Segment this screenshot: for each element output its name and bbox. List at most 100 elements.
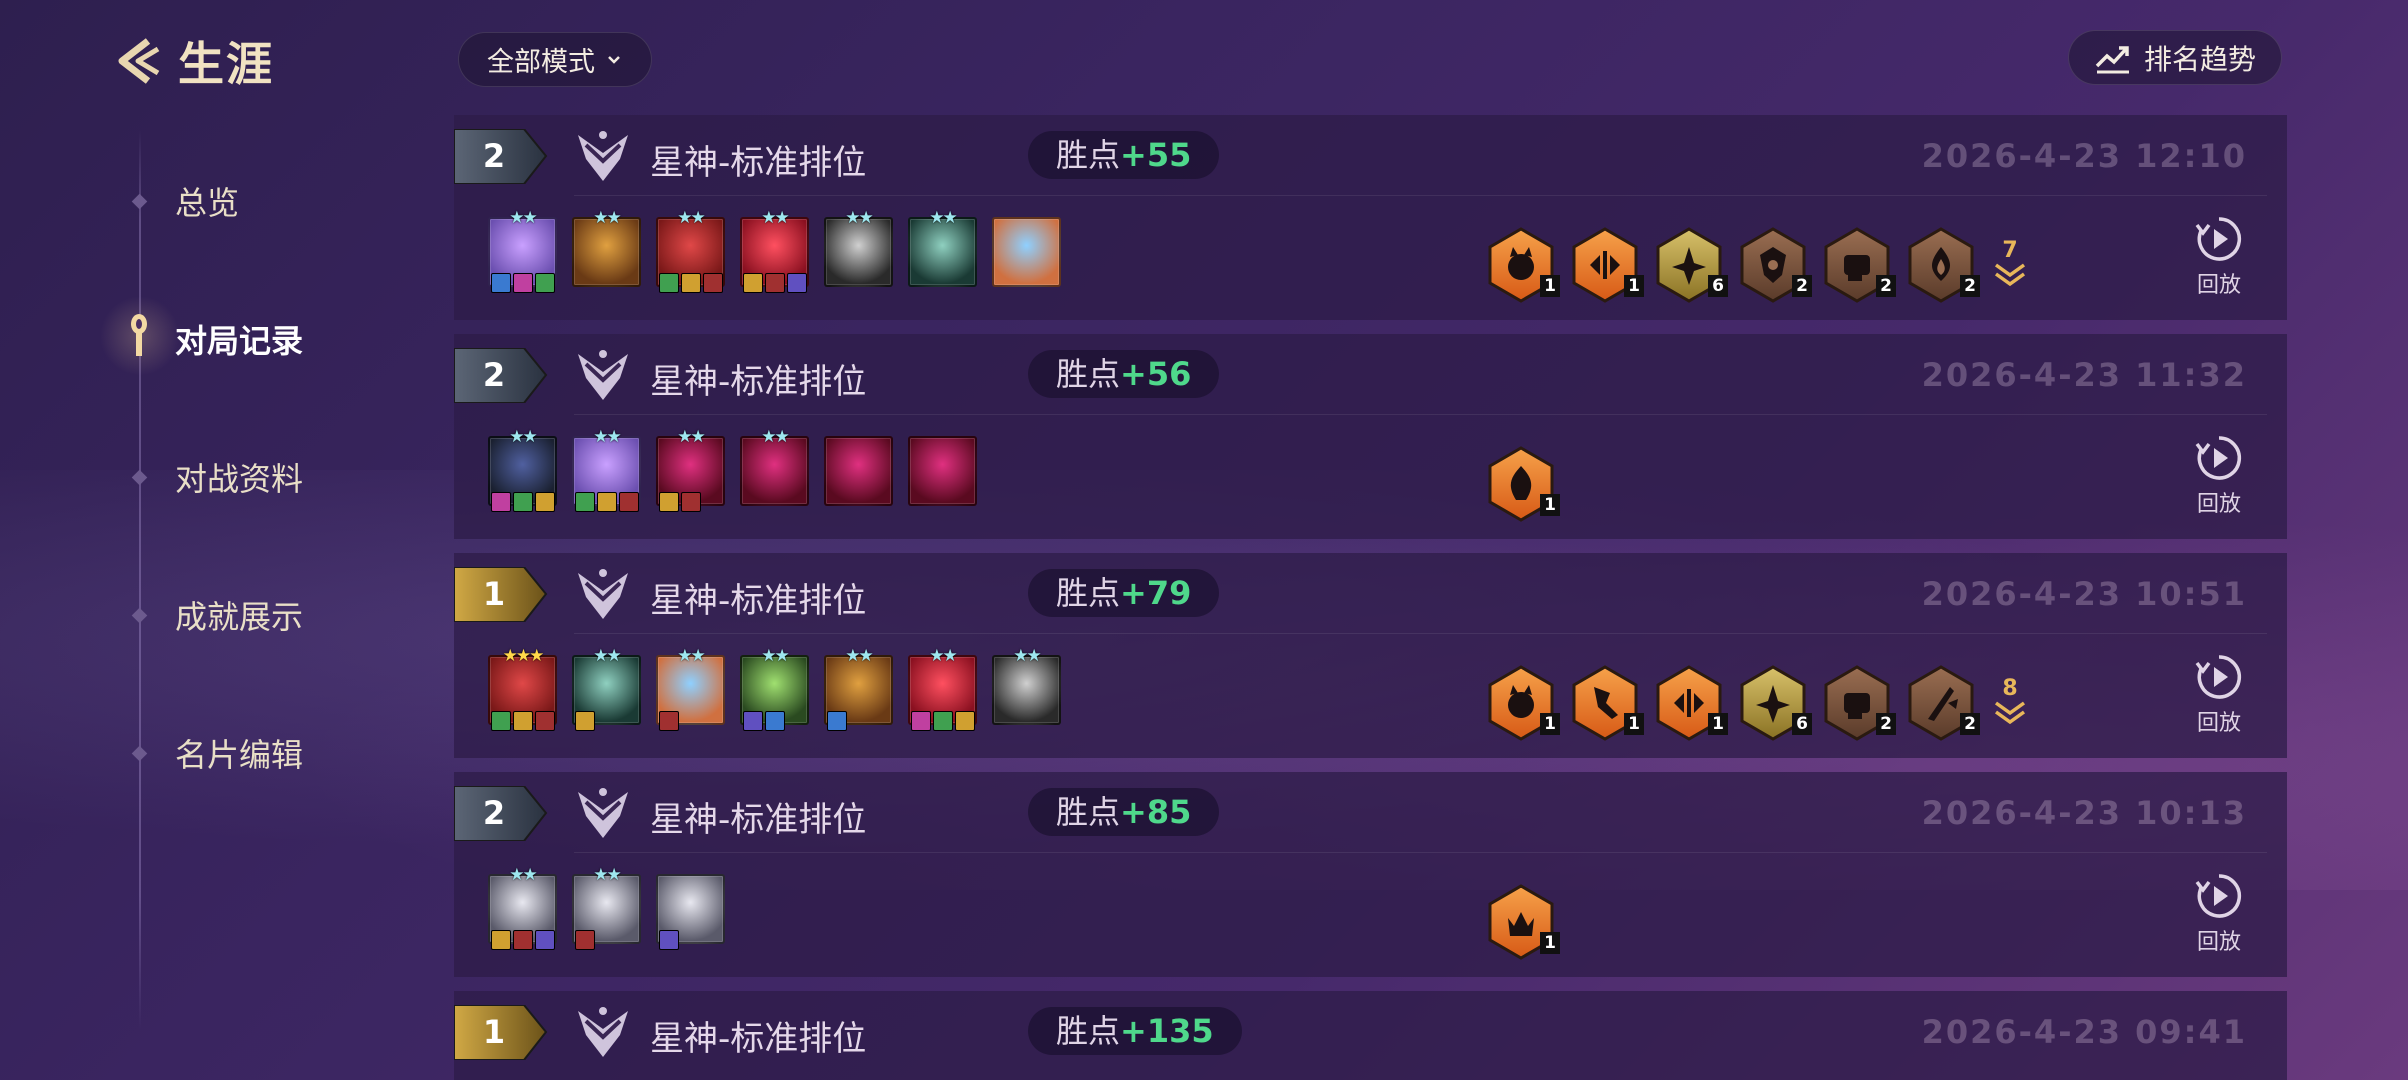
trait-badge[interactable]: 2	[1738, 225, 1812, 305]
points-pill: 胜点+135	[1028, 1007, 1242, 1055]
match-row[interactable]: 1 星神-标准排位 胜点+79 2026-4-23 10:51 ★★★ ★★ ★…	[454, 553, 2287, 758]
champion-slot[interactable]	[824, 436, 893, 506]
item-icon[interactable]	[535, 711, 555, 731]
item-icon[interactable]	[575, 711, 595, 731]
item-icon[interactable]	[911, 711, 931, 731]
item-icon[interactable]	[535, 930, 555, 950]
item-icon[interactable]	[535, 273, 555, 293]
item-icon[interactable]	[743, 273, 763, 293]
item-icon[interactable]	[787, 273, 807, 293]
rank-number: 1	[482, 1013, 506, 1051]
replay-button[interactable]: 回放	[2189, 434, 2249, 518]
champion-slot[interactable]: ★★	[572, 865, 641, 950]
trait-badge[interactable]: 2	[1822, 663, 1896, 743]
trait-badge[interactable]: 1	[1486, 882, 1560, 962]
champion-slot[interactable]	[992, 217, 1061, 287]
item-icon[interactable]	[597, 492, 617, 512]
item-icon[interactable]	[491, 930, 511, 950]
champion-slot[interactable]: ★★	[572, 208, 641, 287]
champion-slot[interactable]: ★★	[740, 427, 809, 506]
item-icon[interactable]	[659, 273, 679, 293]
item-icon[interactable]	[513, 711, 533, 731]
trait-badge[interactable]: 6	[1738, 663, 1812, 743]
replay-button[interactable]: 回放	[2189, 872, 2249, 956]
item-icon[interactable]	[955, 711, 975, 731]
trait-badge[interactable]: 1	[1486, 225, 1560, 305]
star-god-mode-icon	[578, 131, 628, 181]
champion-slot[interactable]: ★★	[488, 865, 557, 950]
trait-badge[interactable]: 2	[1906, 225, 1980, 305]
rank-number: 2	[482, 794, 506, 832]
item-icon[interactable]	[535, 492, 555, 512]
item-icon[interactable]	[827, 711, 847, 731]
item-icon[interactable]	[513, 273, 533, 293]
sidebar-item-overview[interactable]: 总览	[131, 178, 239, 224]
champion-slot[interactable]: ★★	[740, 646, 809, 731]
champion-slot[interactable]: ★★	[908, 646, 977, 731]
item-icon[interactable]	[575, 492, 595, 512]
item-icon[interactable]	[933, 711, 953, 731]
item-icon[interactable]	[513, 492, 533, 512]
item-icon[interactable]	[765, 273, 785, 293]
item-icon[interactable]	[619, 492, 639, 512]
mode-filter-dropdown[interactable]: 全部模式	[458, 32, 652, 87]
champion-slot[interactable]: ★★	[488, 427, 557, 512]
sidebar-item-card-edit[interactable]: 名片编辑	[131, 730, 303, 776]
champion-slot[interactable]: ★★	[740, 208, 809, 293]
trait-count: 2	[1876, 713, 1896, 735]
champion-slot[interactable]: ★★	[488, 208, 557, 293]
item-icon[interactable]	[575, 930, 595, 950]
trait-badge[interactable]: 1	[1570, 663, 1644, 743]
item-icon[interactable]	[681, 492, 701, 512]
champion-lineup: ★★ ★★ ★★ ★★ ★★ ★★	[488, 208, 1061, 293]
item-icon[interactable]	[681, 273, 701, 293]
trait-badge[interactable]: 1	[1486, 444, 1560, 524]
match-header: 2 星神-标准排位 胜点+56 2026-4-23 11:32	[454, 334, 2287, 414]
item-icon[interactable]	[659, 711, 679, 731]
item-icon[interactable]	[491, 273, 511, 293]
trait-badge[interactable]: 2	[1906, 663, 1980, 743]
trait-badge[interactable]: 6	[1654, 225, 1728, 305]
champion-slot[interactable]: ★★	[656, 646, 725, 731]
champion-slot[interactable]	[908, 436, 977, 506]
champion-slot[interactable]: ★★	[824, 208, 893, 287]
rank-badge: 2	[454, 348, 548, 403]
trait-badge[interactable]: 1	[1654, 663, 1728, 743]
champion-slot[interactable]: ★★	[656, 427, 725, 512]
expand-traits-button[interactable]: 8	[1990, 678, 2030, 728]
champion-slot[interactable]: ★★	[656, 208, 725, 293]
double-chevron-down-icon	[1994, 263, 2026, 287]
match-row[interactable]: 2 星神-标准排位 胜点+55 2026-4-23 12:10 ★★ ★★ ★★…	[454, 115, 2287, 320]
replay-button[interactable]: 回放	[2189, 215, 2249, 299]
item-icon[interactable]	[491, 711, 511, 731]
match-body: ★★ ★★ ★★ ★★ 1 回放	[454, 414, 2287, 539]
back-button[interactable]: 生涯	[108, 28, 274, 94]
champion-slot[interactable]: ★★	[572, 646, 641, 731]
item-icon[interactable]	[659, 492, 679, 512]
champion-slot[interactable]	[656, 874, 725, 950]
champion-slot[interactable]: ★★★	[488, 646, 557, 731]
sidebar-item-achievements[interactable]: 成就展示	[131, 592, 303, 638]
sidebar-item-battle-data[interactable]: 对战资料	[131, 454, 303, 500]
match-row[interactable]: 2 星神-标准排位 胜点+85 2026-4-23 10:13 ★★ ★★ 1 …	[454, 772, 2287, 977]
item-icon[interactable]	[765, 711, 785, 731]
champion-slot[interactable]: ★★	[824, 646, 893, 731]
item-icon[interactable]	[513, 930, 533, 950]
champion-slot[interactable]: ★★	[908, 208, 977, 287]
champion-slot[interactable]: ★★	[992, 646, 1061, 725]
match-row[interactable]: 1 星神-标准排位 胜点+135 2026-4-23 09:41	[454, 991, 2287, 1080]
rank-trend-label: 排名趋势	[2143, 42, 2256, 76]
trait-badge[interactable]: 1	[1570, 225, 1644, 305]
item-icon[interactable]	[703, 273, 723, 293]
rank-trend-button[interactable]: 排名趋势	[2068, 30, 2282, 85]
item-icon[interactable]	[491, 492, 511, 512]
trait-badge[interactable]: 2	[1822, 225, 1896, 305]
item-icon[interactable]	[659, 930, 679, 950]
match-row[interactable]: 2 星神-标准排位 胜点+56 2026-4-23 11:32 ★★ ★★ ★★…	[454, 334, 2287, 539]
expand-traits-button[interactable]: 7	[1990, 240, 2030, 290]
sidebar-item-match-history[interactable]: 对局记录	[134, 316, 303, 362]
trait-badge[interactable]: 1	[1486, 663, 1560, 743]
champion-slot[interactable]: ★★	[572, 427, 641, 512]
item-icon[interactable]	[743, 711, 763, 731]
replay-button[interactable]: 回放	[2189, 653, 2249, 737]
